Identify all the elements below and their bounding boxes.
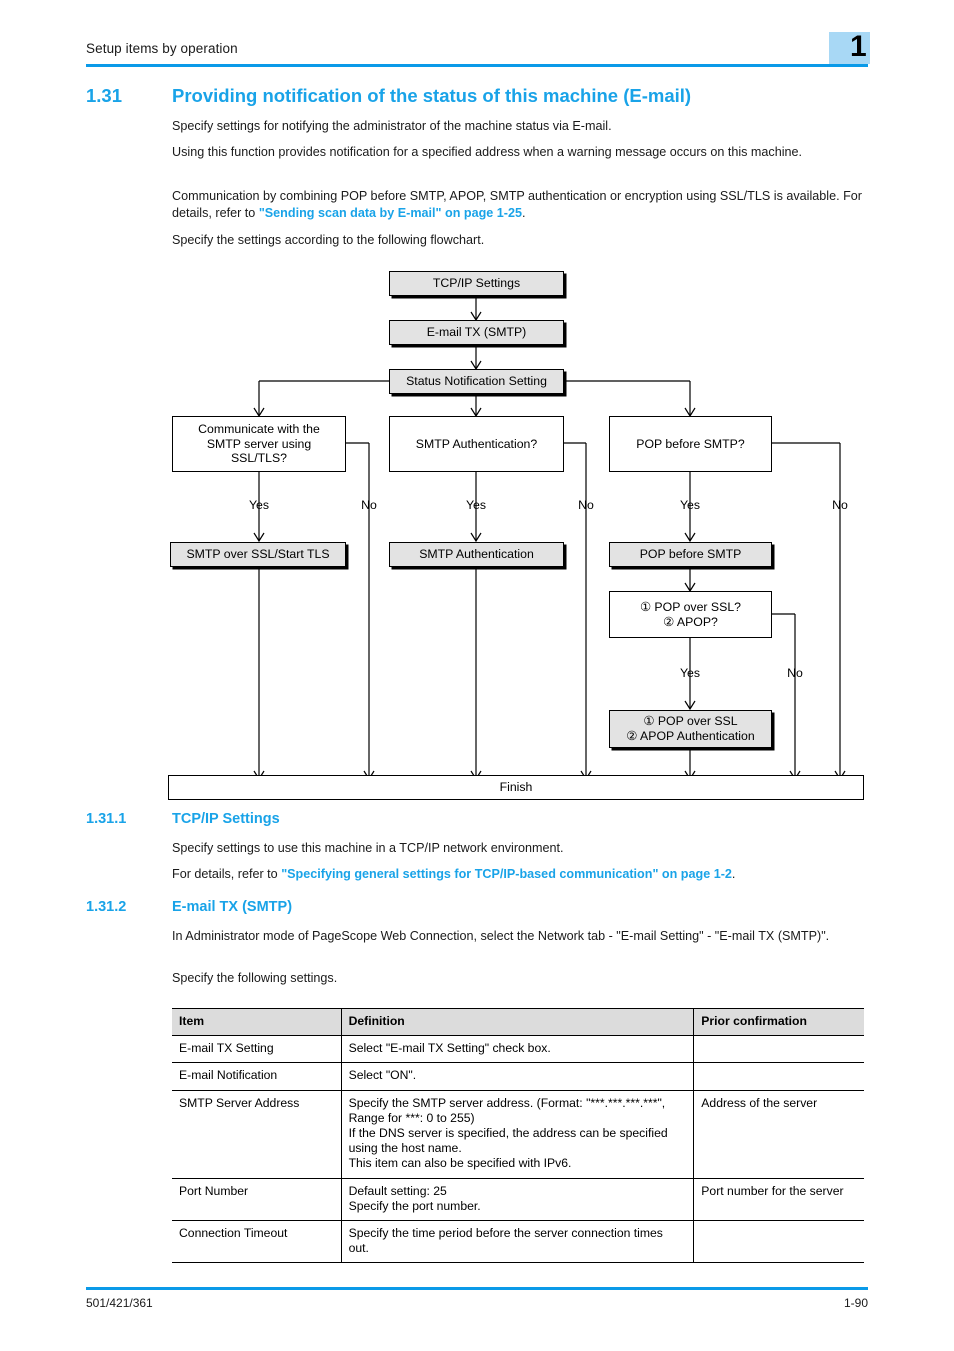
running-header-title: Setup items by operation bbox=[86, 41, 238, 56]
intro-paragraph-4: Specify the settings according to the fo… bbox=[172, 233, 485, 247]
table-header-item: Item bbox=[172, 1007, 342, 1037]
page-title: Providing notification of the status of … bbox=[172, 85, 692, 106]
flow-label-pop-yes: Yes bbox=[679, 498, 701, 512]
footer-model-numbers: 501/421/361 bbox=[86, 1296, 153, 1310]
cell-definition: Specify the SMTP server address. (Format… bbox=[341, 1089, 695, 1179]
flow-node-email-tx-smtp: E-mail TX (SMTP) bbox=[389, 320, 564, 345]
flow-decision-ssl-line2: SMTP server using bbox=[206, 436, 312, 451]
subsection-2-number: 1.31.2 bbox=[86, 899, 127, 915]
cell-prior bbox=[693, 1062, 864, 1091]
flow-node-email-tx-smtp-label: E-mail TX (SMTP) bbox=[426, 325, 527, 339]
flow-action-pop-before-smtp: POP before SMTP bbox=[609, 542, 772, 567]
cell-prior: Port number for the server bbox=[693, 1177, 864, 1222]
subsection-2-title: E-mail TX (SMTP) bbox=[172, 899, 293, 915]
chapter-number: 1 bbox=[850, 30, 867, 63]
cell-definition: Default setting: 25 Specify the port num… bbox=[341, 1177, 695, 1222]
flow-decision-ssl: Communicate with the SMTP server using S… bbox=[172, 416, 346, 472]
flow-label-popssl-yes: Yes bbox=[679, 666, 701, 680]
flow-decision-pop-ssl-apop-line1: ① POP over SSL? bbox=[639, 599, 742, 614]
table-header-row: Item Definition Prior confirmation bbox=[172, 1007, 864, 1037]
settings-table: Item Definition Prior confirmation E-mai… bbox=[172, 1007, 864, 1264]
flow-node-tcpip-settings-label: TCP/IP Settings bbox=[432, 276, 521, 290]
cell-item: Port Number bbox=[172, 1177, 342, 1222]
subsection-1-paragraph: Specify settings to use this machine in … bbox=[172, 841, 564, 855]
table-row: E-mail TX Setting Select "E-mail TX Sett… bbox=[172, 1035, 864, 1064]
flow-action-pop-ssl-apop: ① POP over SSL ② APOP Authentication bbox=[609, 710, 772, 748]
table-row: Connection Timeout Specify the time peri… bbox=[172, 1220, 864, 1264]
intro-paragraph-3: Communication by combining POP before SM… bbox=[172, 188, 867, 221]
cell-item: Connection Timeout bbox=[172, 1220, 342, 1264]
flow-decision-pop-before-smtp: POP before SMTP? bbox=[609, 416, 772, 472]
flow-label-ssl-no: No bbox=[361, 498, 377, 512]
intro-paragraph-3-after: . bbox=[522, 205, 526, 220]
flow-node-status-notification-label: Status Notification Setting bbox=[406, 374, 547, 388]
flow-node-finish-label: Finish bbox=[499, 780, 533, 794]
intro-paragraph-1: Specify settings for notifying the admin… bbox=[172, 119, 612, 133]
flow-node-tcpip-settings: TCP/IP Settings bbox=[389, 271, 564, 296]
subsection-1-link-before: For details, refer to bbox=[172, 867, 282, 881]
flow-action-pop-ssl-apop-line2: ② APOP Authentication bbox=[626, 729, 755, 743]
subsection-1-link-after: . bbox=[731, 867, 736, 881]
cell-definition: Select "ON". bbox=[341, 1062, 695, 1091]
cell-prior bbox=[693, 1220, 864, 1264]
cross-reference-link-2[interactable]: "Specifying general settings for TCP/IP-… bbox=[281, 867, 732, 881]
subsection-1-title: TCP/IP Settings bbox=[172, 811, 280, 827]
flow-decision-smtp-auth-label: SMTP Authentication? bbox=[415, 436, 538, 451]
flow-decision-pop-before-smtp-label: POP before SMTP? bbox=[636, 436, 745, 451]
flow-label-pop-no: No bbox=[832, 498, 848, 512]
header-divider bbox=[86, 64, 868, 67]
subsection-2-paragraph-2: Specify the following settings. bbox=[172, 971, 338, 985]
cell-definition: Specify the time period before the serve… bbox=[341, 1220, 695, 1264]
flow-decision-ssl-line1: Communicate with the bbox=[198, 422, 320, 437]
flow-node-finish: Finish bbox=[168, 775, 864, 800]
cross-reference-link-1[interactable]: "Sending scan data by E-mail" on page 1-… bbox=[259, 206, 522, 220]
table-row: E-mail Notification Select "ON". bbox=[172, 1062, 864, 1091]
flow-label-smtpauth-yes: Yes bbox=[465, 498, 487, 512]
subsection-1-number: 1.31.1 bbox=[86, 811, 127, 827]
cell-item: E-mail Notification bbox=[172, 1062, 342, 1091]
subsection-2-paragraph-1: In Administrator mode of PageScope Web C… bbox=[172, 929, 830, 943]
flow-decision-pop-ssl-apop: ① POP over SSL? ② APOP? bbox=[609, 591, 772, 638]
section-number: 1.31 bbox=[86, 85, 123, 106]
flow-action-pop-before-smtp-label: POP before SMTP bbox=[639, 547, 742, 561]
flow-node-status-notification: Status Notification Setting bbox=[389, 369, 564, 394]
flow-action-smtp-auth-label: SMTP Authentication bbox=[419, 547, 534, 561]
document-page: Setup items by operation 1 1.31 Providin… bbox=[0, 0, 954, 1351]
intro-paragraph-2: Using this function provides notificatio… bbox=[172, 145, 803, 159]
flow-action-smtp-over-ssl: SMTP over SSL/Start TLS bbox=[170, 542, 346, 567]
subsection-1-link-paragraph: For details, refer to "Specifying genera… bbox=[172, 866, 872, 883]
table-row: SMTP Server Address Specify the SMTP ser… bbox=[172, 1089, 864, 1179]
cell-prior: Address of the server bbox=[693, 1089, 864, 1179]
table-body: E-mail TX Setting Select "E-mail TX Sett… bbox=[172, 1035, 864, 1264]
table-header-definition: Definition bbox=[341, 1007, 695, 1037]
flow-decision-smtp-auth: SMTP Authentication? bbox=[389, 416, 564, 472]
flow-decision-pop-ssl-apop-line2: ② APOP? bbox=[663, 614, 718, 629]
table-header-prior-confirmation: Prior confirmation bbox=[693, 1007, 864, 1037]
flow-decision-ssl-line3: SSL/TLS? bbox=[230, 451, 288, 466]
page-header: Setup items by operation 1 bbox=[86, 30, 870, 72]
flow-action-smtp-auth: SMTP Authentication bbox=[389, 542, 564, 567]
flow-action-pop-ssl-apop-line1: ① POP over SSL bbox=[643, 714, 738, 728]
cell-definition: Select "E-mail TX Setting" check box. bbox=[341, 1035, 695, 1064]
footer-page-number: 1-90 bbox=[843, 1296, 868, 1310]
cell-prior bbox=[693, 1035, 864, 1064]
flow-label-popssl-no: No bbox=[787, 666, 803, 680]
footer-divider bbox=[86, 1287, 868, 1290]
table-row: Port Number Default setting: 25 Specify … bbox=[172, 1177, 864, 1222]
cell-item: SMTP Server Address bbox=[172, 1089, 342, 1179]
flow-label-smtpauth-no: No bbox=[578, 498, 594, 512]
flow-label-ssl-yes: Yes bbox=[248, 498, 270, 512]
cell-item: E-mail TX Setting bbox=[172, 1035, 342, 1064]
flow-action-smtp-over-ssl-label: SMTP over SSL/Start TLS bbox=[186, 547, 330, 561]
